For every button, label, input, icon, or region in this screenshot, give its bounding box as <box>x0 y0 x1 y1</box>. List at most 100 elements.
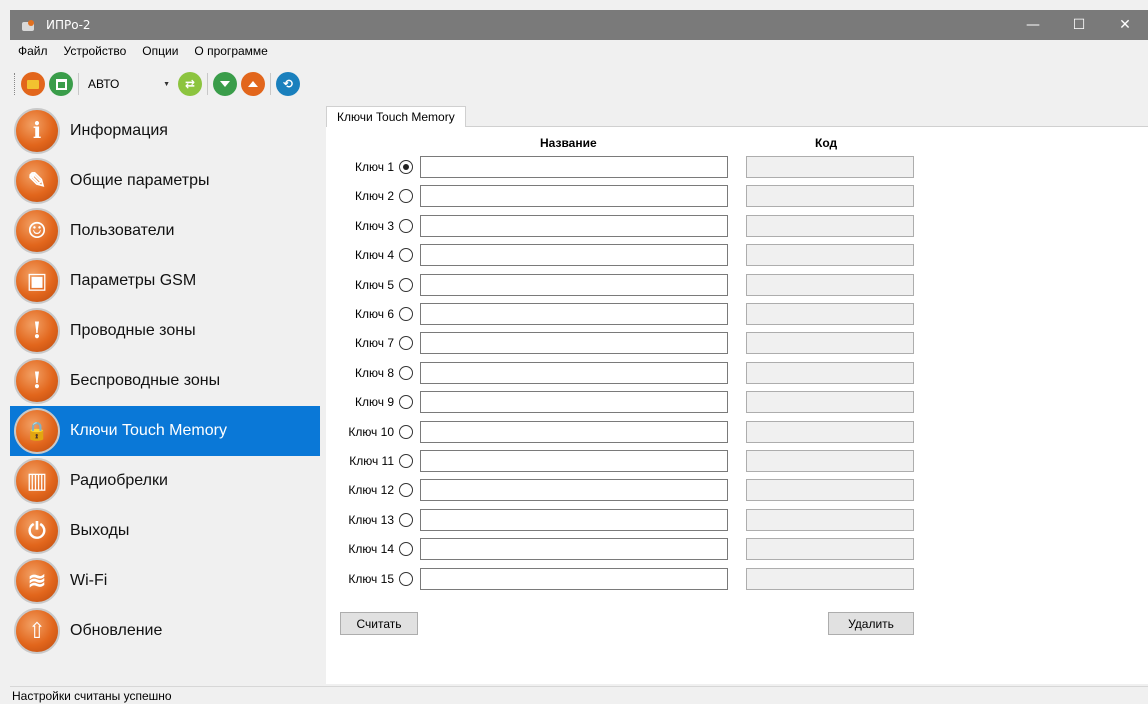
refresh-icon: ⟲ <box>282 77 294 91</box>
sidebar-item-wired-zones[interactable]: ! Проводные зоны <box>10 306 320 356</box>
key-name-input[interactable] <box>420 391 728 413</box>
maximize-button[interactable]: ☐ <box>1056 10 1102 40</box>
close-button[interactable]: ✕ <box>1102 10 1148 40</box>
key-select-radio[interactable] <box>399 483 413 497</box>
open-file-button[interactable] <box>21 72 45 96</box>
key-name-input[interactable] <box>420 421 728 443</box>
title-bar: ИПРо-2 — ☐ ✕ <box>10 10 1148 40</box>
key-code-field <box>746 421 914 443</box>
key-name-input[interactable] <box>420 303 728 325</box>
toolbar-separator <box>207 73 208 95</box>
key-code-field <box>746 244 914 266</box>
key-name-input[interactable] <box>420 244 728 266</box>
sidebar-item-label: Выходы <box>70 522 130 539</box>
key-label: Ключ 2 <box>355 189 394 203</box>
tab-touch-memory[interactable]: Ключи Touch Memory <box>326 106 466 127</box>
key-code-field <box>746 509 914 531</box>
toolbar: АВТО ▼ ⇄ ⟲ <box>10 62 1148 106</box>
key-label: Ключ 10 <box>348 425 394 439</box>
key-label: Ключ 12 <box>348 483 394 497</box>
key-label: Ключ 7 <box>355 336 394 350</box>
key-name-input[interactable] <box>420 450 728 472</box>
key-code-field <box>746 303 914 325</box>
sidebar-item-label: Общие параметры <box>70 172 210 189</box>
key-name-input[interactable] <box>420 332 728 354</box>
menu-options[interactable]: Опции <box>134 44 186 58</box>
key-name-input[interactable] <box>420 185 728 207</box>
wireless-zone-icon: ! <box>14 358 60 404</box>
status-text: Настройки считаны успешно <box>12 689 172 703</box>
key-name-input[interactable] <box>420 568 728 590</box>
key-code-field <box>746 362 914 384</box>
key-label: Ключ 14 <box>348 542 394 556</box>
key-select-radio[interactable] <box>399 542 413 556</box>
key-select-radio[interactable] <box>399 454 413 468</box>
sidebar-item-outputs[interactable]: ⏻ Выходы <box>10 506 320 556</box>
sidebar-item-wifi[interactable]: ≋ Wi-Fi <box>10 556 320 606</box>
wifi-icon: ≋ <box>14 558 60 604</box>
menu-bar: Файл Устройство Опции О программе <box>10 40 1148 62</box>
users-icon: ☺ <box>14 208 60 254</box>
upload-icon <box>248 81 258 87</box>
key-label: Ключ 6 <box>355 307 394 321</box>
mode-select-value: АВТО <box>88 77 120 91</box>
key-select-radio[interactable] <box>399 425 413 439</box>
sidebar-item-wireless-zones[interactable]: ! Беспроводные зоны <box>10 356 320 406</box>
toolbar-grip[interactable] <box>14 73 17 95</box>
write-device-button[interactable] <box>241 72 265 96</box>
sidebar-item-touch-memory[interactable]: 🔒 Ключи Touch Memory <box>10 406 320 456</box>
wired-zone-icon: ! <box>14 308 60 354</box>
delete-button[interactable]: Удалить <box>828 612 914 635</box>
key-name-input[interactable] <box>420 156 728 178</box>
key-select-radio[interactable] <box>399 572 413 586</box>
sidebar-item-general[interactable]: ✎ Общие параметры <box>10 156 320 206</box>
key-code-field <box>746 479 914 501</box>
mode-select[interactable]: АВТО ▼ <box>84 73 174 95</box>
name-column-header: Название <box>540 136 597 150</box>
key-select-radio[interactable] <box>399 278 413 292</box>
key-code-field <box>746 274 914 296</box>
key-name-input[interactable] <box>420 509 728 531</box>
key-code-field <box>746 215 914 237</box>
key-name-input[interactable] <box>420 215 728 237</box>
key-select-radio[interactable] <box>399 248 413 262</box>
menu-file[interactable]: Файл <box>10 44 56 58</box>
key-label: Ключ 9 <box>355 395 394 409</box>
key-select-radio[interactable] <box>399 307 413 321</box>
sidebar-item-info[interactable]: i Информация <box>10 106 320 156</box>
key-label: Ключ 11 <box>349 454 394 468</box>
minimize-button[interactable]: — <box>1010 10 1056 40</box>
keyfob-icon: ▥ <box>14 458 60 504</box>
menu-about[interactable]: О программе <box>186 44 275 58</box>
key-select-radio[interactable] <box>399 336 413 350</box>
key-name-input[interactable] <box>420 274 728 296</box>
key-select-radio[interactable] <box>399 395 413 409</box>
sidebar-item-label: Пользователи <box>70 222 175 239</box>
key-label: Ключ 13 <box>348 513 394 527</box>
sidebar-item-label: Информация <box>70 122 168 139</box>
key-name-input[interactable] <box>420 362 728 384</box>
key-name-input[interactable] <box>420 479 728 501</box>
read-button[interactable]: Считать <box>340 612 418 635</box>
key-name-input[interactable] <box>420 538 728 560</box>
sidebar-item-users[interactable]: ☺ Пользователи <box>10 206 320 256</box>
key-select-radio[interactable] <box>399 160 413 174</box>
read-device-button[interactable] <box>213 72 237 96</box>
sidebar-item-label: Радиобрелки <box>70 472 168 489</box>
toolbar-separator <box>78 73 79 95</box>
key-select-radio[interactable] <box>399 219 413 233</box>
reset-button[interactable]: ⟲ <box>276 72 300 96</box>
key-label: Ключ 4 <box>355 248 394 262</box>
menu-device[interactable]: Устройство <box>56 44 135 58</box>
sidebar-item-keyfobs[interactable]: ▥ Радиобрелки <box>10 456 320 506</box>
sidebar-item-update[interactable]: ⇧ Обновление <box>10 606 320 656</box>
sidebar-item-gsm[interactable]: ▣ Параметры GSM <box>10 256 320 306</box>
key-code-field <box>746 450 914 472</box>
save-file-button[interactable] <box>49 72 73 96</box>
code-column-header: Код <box>815 136 838 150</box>
key-select-radio[interactable] <box>399 513 413 527</box>
key-select-radio[interactable] <box>399 189 413 203</box>
connect-button[interactable]: ⇄ <box>178 72 202 96</box>
key-select-radio[interactable] <box>399 366 413 380</box>
window-title: ИПРо-2 <box>46 18 91 32</box>
